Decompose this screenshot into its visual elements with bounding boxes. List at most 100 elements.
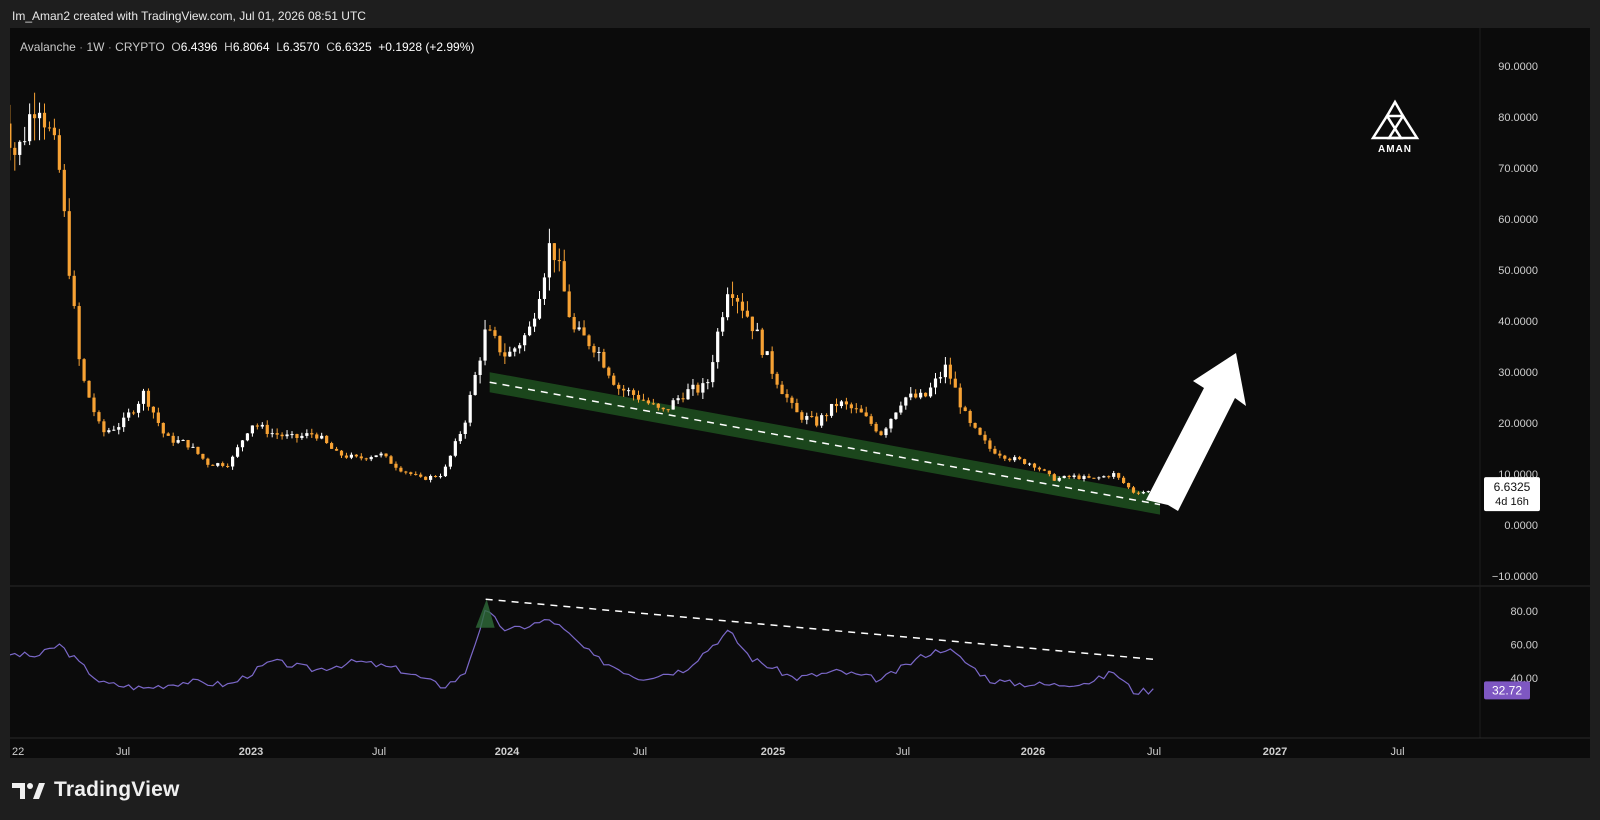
bearish-candle[interactable] <box>681 398 685 400</box>
bullish-candle[interactable] <box>1141 492 1145 494</box>
bullish-candle[interactable] <box>28 114 32 142</box>
bearish-candle[interactable] <box>968 410 972 423</box>
bearish-candle[interactable] <box>745 310 749 317</box>
bullish-candle[interactable] <box>938 377 943 379</box>
bullish-candle[interactable] <box>374 455 378 458</box>
bullish-candle[interactable] <box>483 329 487 361</box>
bullish-candle[interactable] <box>691 384 695 390</box>
bearish-candle[interactable] <box>1052 474 1056 481</box>
bullish-candle[interactable] <box>458 434 462 442</box>
bullish-candle[interactable] <box>320 435 324 439</box>
bearish-candle[interactable] <box>33 114 37 119</box>
bullish-candle[interactable] <box>508 351 512 357</box>
bearish-candle[interactable] <box>354 454 358 457</box>
bearish-candle[interactable] <box>696 384 700 393</box>
bearish-candle[interactable] <box>77 306 81 360</box>
bearish-candle[interactable] <box>414 473 418 475</box>
bearish-candle[interactable] <box>13 147 17 155</box>
bearish-candle[interactable] <box>295 434 299 438</box>
tradingview-brand[interactable]: TradingView <box>12 776 180 804</box>
bearish-candle[interactable] <box>914 393 918 398</box>
bullish-candle[interactable] <box>1062 475 1066 478</box>
bullish-candle[interactable] <box>260 424 264 427</box>
bearish-candle[interactable] <box>1077 475 1081 479</box>
bearish-candle[interactable] <box>151 406 155 413</box>
bullish-candle[interactable] <box>245 433 250 441</box>
bearish-candle[interactable] <box>280 434 284 437</box>
bearish-candle[interactable] <box>82 359 86 381</box>
bullish-candle[interactable] <box>1013 457 1017 461</box>
bearish-candle[interactable] <box>740 301 745 311</box>
bearish-candle[interactable] <box>859 408 863 413</box>
bearish-candle[interactable] <box>864 412 868 417</box>
bearish-candle[interactable] <box>800 412 804 420</box>
bullish-candle[interactable] <box>136 403 141 413</box>
bullish-candle[interactable] <box>1146 491 1150 493</box>
bullish-candle[interactable] <box>726 294 730 318</box>
bearish-candle[interactable] <box>339 450 344 456</box>
bearish-candle[interactable] <box>790 397 794 403</box>
bullish-candle[interactable] <box>463 422 467 435</box>
bullish-candle[interactable] <box>369 457 373 460</box>
bearish-candle[interactable] <box>424 476 428 480</box>
bearish-candle[interactable] <box>97 412 101 422</box>
bullish-candle[interactable] <box>547 243 551 278</box>
bearish-candle[interactable] <box>1136 492 1141 494</box>
bearish-candle[interactable] <box>973 422 977 428</box>
bullish-candle[interactable] <box>537 298 542 319</box>
bearish-candle[interactable] <box>983 434 987 441</box>
bearish-candle[interactable] <box>211 464 215 466</box>
bullish-candle[interactable] <box>305 433 309 436</box>
bullish-candle[interactable] <box>686 389 690 400</box>
bearish-candle[interactable] <box>587 335 591 347</box>
bearish-candle[interactable] <box>815 416 819 426</box>
bearish-candle[interactable] <box>196 446 200 454</box>
bearish-candle[interactable] <box>1032 463 1037 468</box>
bullish-candle[interactable] <box>349 454 353 458</box>
rsi-line[interactable] <box>10 609 1154 695</box>
bearish-candle[interactable] <box>1023 459 1027 464</box>
bullish-candle[interactable] <box>453 441 457 456</box>
bearish-candle[interactable] <box>1037 467 1042 470</box>
bearish-candle[interactable] <box>993 448 997 454</box>
bearish-candle[interactable] <box>963 407 967 411</box>
bullish-candle[interactable] <box>270 433 274 435</box>
bearish-candle[interactable] <box>132 412 136 414</box>
bearish-candle[interactable] <box>572 317 576 330</box>
bullish-candle[interactable] <box>820 415 824 426</box>
bullish-candle[interactable] <box>943 364 947 378</box>
bearish-candle[interactable] <box>869 416 873 424</box>
bearish-candle[interactable] <box>567 291 571 318</box>
bearish-candle[interactable] <box>666 409 670 411</box>
bearish-candle[interactable] <box>834 403 839 407</box>
bullish-candle[interactable] <box>23 141 27 143</box>
bearish-candle[interactable] <box>226 465 230 467</box>
bullish-candle[interactable] <box>443 466 448 477</box>
bearish-candle[interactable] <box>948 364 952 379</box>
bullish-candle[interactable] <box>542 277 547 299</box>
bullish-candle[interactable] <box>1082 476 1086 479</box>
bearish-candle[interactable] <box>498 335 502 353</box>
bearish-candle[interactable] <box>1003 455 1007 459</box>
bearish-candle[interactable] <box>330 443 334 449</box>
bullish-candle[interactable] <box>933 378 938 388</box>
bullish-candle[interactable] <box>716 331 720 363</box>
bullish-candle[interactable] <box>117 427 121 430</box>
bullish-candle[interactable] <box>928 387 933 397</box>
bearish-candle[interactable] <box>67 211 71 276</box>
bullish-candle[interactable] <box>532 318 537 327</box>
bearish-candle[interactable] <box>325 435 329 444</box>
bearish-candle[interactable] <box>206 458 210 465</box>
bearish-candle[interactable] <box>810 416 814 418</box>
bullish-candle[interactable] <box>805 416 809 420</box>
bearish-candle[interactable] <box>1122 477 1126 484</box>
bearish-candle[interactable] <box>344 455 349 458</box>
bearish-candle[interactable] <box>770 351 774 374</box>
bullish-candle[interactable] <box>909 393 913 398</box>
bearish-candle[interactable] <box>359 456 363 459</box>
bearish-candle[interactable] <box>52 127 56 136</box>
bullish-candle[interactable] <box>468 394 472 423</box>
bearish-candle[interactable] <box>735 297 740 302</box>
bullish-candle[interactable] <box>37 112 42 119</box>
bullish-candle[interactable] <box>141 390 146 404</box>
